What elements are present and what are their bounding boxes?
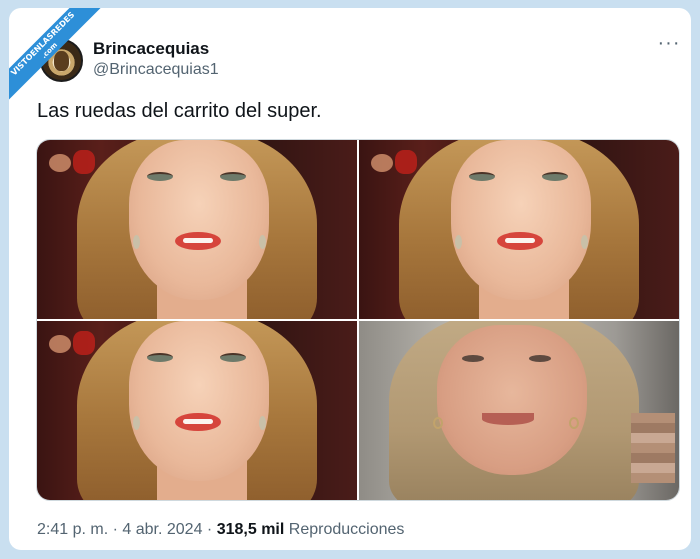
tweet-meta: 2:41 p. m. · 4 abr. 2024 · 318,5 mil Rep… — [37, 521, 404, 539]
tweet-date[interactable]: 4 abr. 2024 — [122, 521, 202, 538]
watermark-logo: VISTOENLASREDES .com — [9, 8, 107, 108]
views-count: 318,5 mil — [216, 521, 285, 538]
media-image-2[interactable] — [359, 140, 679, 319]
media-image-3[interactable] — [37, 321, 357, 500]
media-image-1[interactable] — [37, 140, 357, 319]
meta-separator: · — [112, 521, 118, 538]
tweet-time[interactable]: 2:41 p. m. — [37, 521, 108, 538]
meta-separator: · — [206, 521, 213, 538]
more-horizontal-icon: ··· — [657, 32, 681, 54]
views-label: Reproducciones — [288, 521, 405, 538]
watermark-ribbon: VISTOENLASREDES .com — [9, 8, 119, 118]
media-image-4[interactable] — [359, 321, 679, 500]
media-grid — [36, 139, 680, 501]
tweet-card: VISTOENLASREDES .com Brincacequias @Brin… — [9, 8, 691, 550]
more-options-button[interactable]: ··· — [651, 32, 687, 58]
